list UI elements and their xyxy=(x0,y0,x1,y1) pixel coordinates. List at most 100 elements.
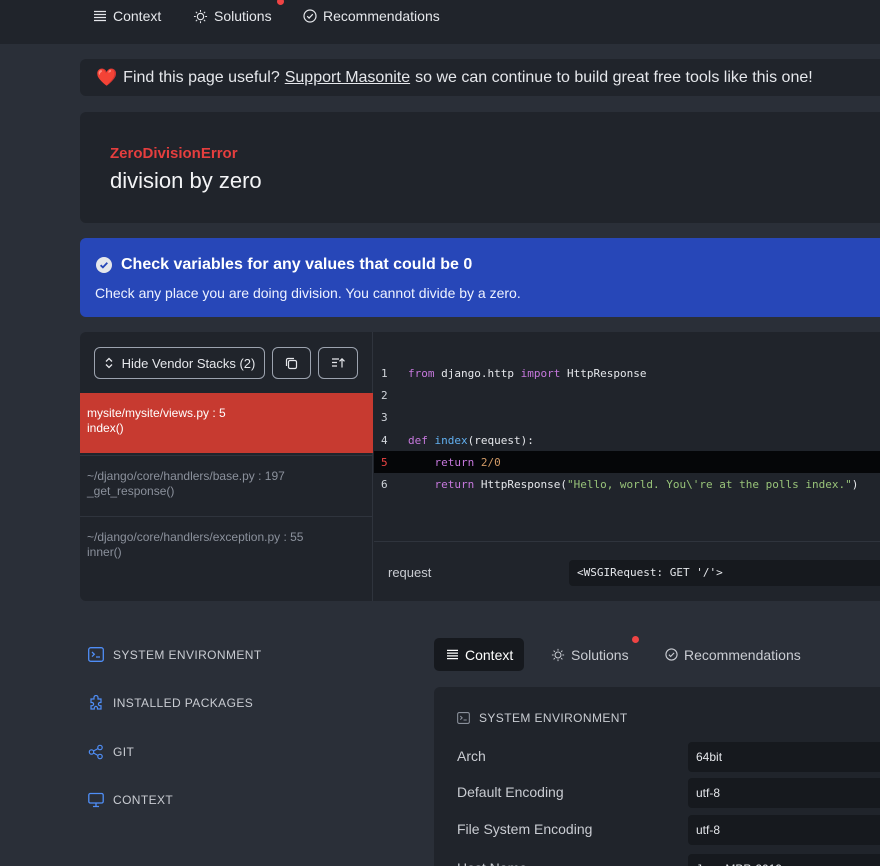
nav-installed-packages[interactable]: INSTALLED PACKAGES xyxy=(88,695,253,711)
code-text: return 2/0 xyxy=(408,455,501,469)
variable-value: <WSGIRequest: GET '/'> xyxy=(569,560,880,586)
code-line: 4 def index(request): xyxy=(374,429,880,451)
share-icon xyxy=(88,744,103,760)
code-snippet: 1 from django.http import HttpResponse 2… xyxy=(374,332,880,541)
env-value: utf-8 xyxy=(688,778,880,808)
nav-git[interactable]: GIT xyxy=(88,744,134,760)
line-number: 5 xyxy=(381,455,388,469)
env-row: Host Name Jose-MBP-2019 xyxy=(434,854,880,866)
code-line: 3 xyxy=(374,406,880,428)
copy-button[interactable] xyxy=(272,347,311,379)
line-number: 2 xyxy=(381,388,388,402)
code-line-highlighted: 5 return 2/0 xyxy=(374,451,880,473)
env-key: Default Encoding xyxy=(457,784,564,800)
code-line: 2 xyxy=(374,384,880,406)
stack-frame[interactable]: ~/django/core/handlers/exception.py : 55… xyxy=(80,516,373,576)
stack-frame-file: ~/django/core/handlers/exception.py : 55 xyxy=(87,530,304,544)
top-navbar: Context Solutions Recommendations xyxy=(0,0,880,44)
line-number: 1 xyxy=(381,366,388,380)
stack-frame-method: _get_response() xyxy=(87,484,175,498)
env-row: Arch 64bit xyxy=(434,742,880,772)
env-value: utf-8 xyxy=(688,815,880,845)
exception-message: division by zero xyxy=(110,168,262,193)
line-number: 4 xyxy=(381,433,388,447)
tab-context[interactable]: Context xyxy=(434,638,525,671)
tab-recommendations[interactable]: Recommendations xyxy=(303,0,440,32)
hide-vendor-stacks-label: Hide Vendor Stacks (2) xyxy=(121,355,256,371)
check-circle-icon xyxy=(96,257,112,273)
env-key: Host Name xyxy=(457,860,527,866)
variable-name: request xyxy=(388,565,432,580)
stack-trace-panel: Hide Vendor Stacks (2) mysite/mysite/vie… xyxy=(80,332,880,601)
exception-name: ZeroDivisionError xyxy=(110,145,238,162)
chevron-up-down-icon xyxy=(105,357,113,369)
banner-text-after: so we can continue to build great free t… xyxy=(415,68,813,86)
nav-context[interactable]: CONTEXT xyxy=(88,792,173,808)
tab-solutions-label: Solutions xyxy=(571,646,629,663)
tab-context-label: Context xyxy=(113,8,162,24)
list-icon xyxy=(447,649,458,660)
copy-icon xyxy=(285,357,298,369)
line-number: 6 xyxy=(381,477,388,491)
system-environment-heading-text: SYSTEM ENVIRONMENT xyxy=(479,711,628,725)
stack-frame[interactable]: ~/django/core/handlers/base.py : 197 _ge… xyxy=(80,455,373,515)
solution-title: Check variables for any values that coul… xyxy=(96,256,472,274)
stack-frames-list: Hide Vendor Stacks (2) mysite/mysite/vie… xyxy=(80,332,373,601)
lightbulb-icon xyxy=(551,648,565,661)
tab-recommendations-label: Recommendations xyxy=(684,646,801,663)
line-number: 3 xyxy=(381,410,388,424)
hide-vendor-stacks-button[interactable]: Hide Vendor Stacks (2) xyxy=(94,347,265,379)
support-banner: ❤️ Find this page useful? Support Masoni… xyxy=(80,59,880,96)
code-text: from django.http import HttpResponse xyxy=(408,366,647,380)
tab-solutions-label: Solutions xyxy=(214,8,272,24)
nav-label: CONTEXT xyxy=(113,793,174,807)
code-line: 1 from django.http import HttpResponse xyxy=(374,362,880,384)
banner-text-before: Find this page useful? xyxy=(123,68,280,86)
solution-card: Check variables for any values that coul… xyxy=(80,238,880,317)
terminal-icon xyxy=(88,647,104,662)
check-circle-icon xyxy=(303,9,317,23)
env-value: 64bit xyxy=(688,742,880,772)
error-card: ZeroDivisionError division by zero xyxy=(80,112,880,223)
nav-system-environment[interactable]: SYSTEM ENVIRONMENT xyxy=(88,647,262,662)
code-text: return HttpResponse("Hello, world. You\'… xyxy=(408,477,859,491)
puzzle-icon xyxy=(90,695,102,710)
system-environment-heading: SYSTEM ENVIRONMENT xyxy=(457,711,628,725)
lightbulb-icon xyxy=(193,9,208,23)
tab-recommendations[interactable]: Recommendations xyxy=(665,638,801,671)
sort-frames-button[interactable] xyxy=(318,347,358,379)
heart-icon: ❤️ xyxy=(96,67,118,87)
env-row: Default Encoding utf-8 xyxy=(434,778,880,808)
tab-recommendations-label: Recommendations xyxy=(323,8,440,24)
tab-context[interactable]: Context xyxy=(93,0,161,32)
stack-frame-file: ~/django/core/handlers/base.py : 197 xyxy=(87,469,285,483)
stack-frame-file: mysite/mysite/views.py : 5 xyxy=(87,406,226,420)
notification-dot xyxy=(277,0,284,5)
env-row: File System Encoding utf-8 xyxy=(434,815,880,845)
code-text: def index(request): xyxy=(408,433,534,447)
nav-label: INSTALLED PACKAGES xyxy=(113,696,254,710)
stack-frame-method: inner() xyxy=(87,545,122,559)
tab-solutions[interactable]: Solutions xyxy=(193,0,272,32)
nav-label: SYSTEM ENVIRONMENT xyxy=(113,647,262,662)
list-icon xyxy=(94,10,106,22)
solution-title-text: Check variables for any values that coul… xyxy=(121,256,473,273)
terminal-icon xyxy=(457,712,470,724)
stack-frame-active[interactable]: mysite/mysite/views.py : 5 index() xyxy=(80,393,373,453)
stack-frame-method: index() xyxy=(87,421,124,435)
nav-label: GIT xyxy=(113,745,135,759)
tab-context-label: Context xyxy=(465,646,514,663)
system-environment-card: SYSTEM ENVIRONMENT Arch 64bit Default En… xyxy=(434,687,880,866)
check-circle-icon xyxy=(665,648,678,661)
notification-dot xyxy=(632,636,639,643)
frame-variables: request <WSGIRequest: GET '/'> xyxy=(374,541,880,601)
env-key: File System Encoding xyxy=(457,821,593,837)
sort-up-icon xyxy=(332,357,345,368)
solution-description: Check any place you are doing division. … xyxy=(95,285,521,301)
code-line: 6 return HttpResponse("Hello, world. You… xyxy=(374,473,880,495)
support-masonite-link[interactable]: Support Masonite xyxy=(285,69,410,87)
tab-solutions[interactable]: Solutions xyxy=(551,638,629,671)
monitor-icon xyxy=(88,792,104,808)
env-key: Arch xyxy=(457,748,486,764)
env-value: Jose-MBP-2019 xyxy=(688,854,880,866)
